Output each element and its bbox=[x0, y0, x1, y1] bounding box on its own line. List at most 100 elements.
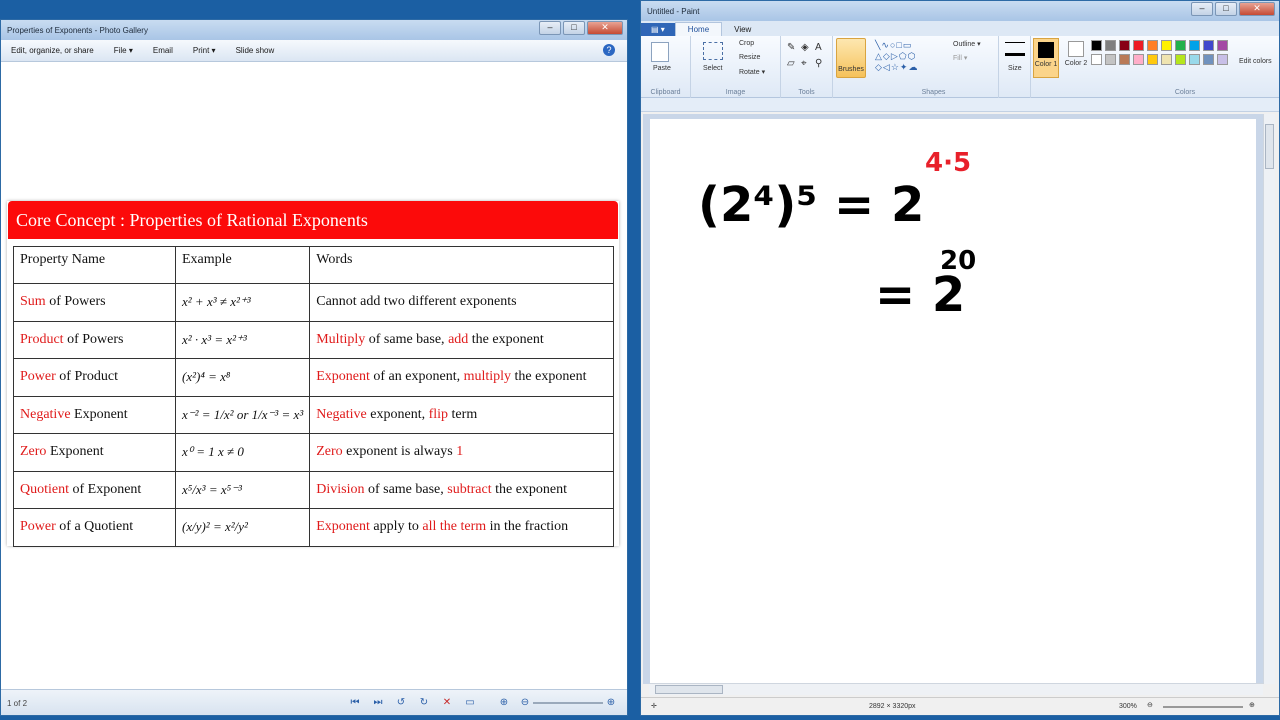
color-swatch[interactable] bbox=[1175, 54, 1186, 65]
email-button[interactable]: Email bbox=[153, 46, 173, 55]
color-picker-icon[interactable]: ⌖ bbox=[801, 58, 807, 69]
previous-icon[interactable]: ⏮ bbox=[349, 697, 361, 709]
paint-zoom-in-icon[interactable]: ⊕ bbox=[1249, 701, 1255, 709]
rotate-button[interactable]: Rotate ▾ bbox=[739, 68, 765, 76]
pencil-icon[interactable]: ✎ bbox=[787, 42, 795, 53]
color-swatch[interactable] bbox=[1161, 54, 1172, 65]
zoom-in-icon[interactable]: ⊕ bbox=[605, 697, 617, 709]
color-swatch[interactable] bbox=[1217, 40, 1228, 51]
text-icon[interactable]: A bbox=[815, 42, 822, 53]
page-info: 1 of 2 bbox=[7, 699, 28, 708]
print-menu[interactable]: Print ▾ bbox=[193, 46, 216, 55]
color-swatch[interactable] bbox=[1161, 40, 1172, 51]
property-keyword: Quotient bbox=[20, 481, 69, 497]
table-row: Product of Powers x² · x³ = x²⁺³ Multiply … bbox=[13, 320, 614, 359]
color-swatch[interactable] bbox=[1105, 40, 1116, 51]
words-fragment: of same base, bbox=[365, 331, 449, 347]
shapes-group: ╲∿○□▭ △◇▷⬠⬡ ◇◁☆✦☁ Outline ▾ Fill ▾ Shapes bbox=[869, 36, 999, 98]
words-cell: Cannot add two different exponents bbox=[309, 283, 614, 322]
horizontal-scroll-thumb[interactable] bbox=[655, 685, 723, 694]
help-icon[interactable]: ? bbox=[603, 44, 615, 56]
horizontal-scrollbar[interactable] bbox=[649, 683, 1263, 695]
magnifier-icon[interactable]: ⚲ bbox=[815, 58, 822, 69]
tab-view[interactable]: View bbox=[722, 23, 763, 36]
words-fragment: Exponent bbox=[316, 519, 370, 535]
color-swatch[interactable] bbox=[1147, 54, 1158, 65]
rotate-right-icon[interactable]: ↻ bbox=[418, 697, 430, 709]
zoom-out-icon[interactable]: ⊖ bbox=[519, 697, 531, 709]
property-keyword: Power bbox=[20, 369, 56, 385]
close-button[interactable]: ✕ bbox=[587, 21, 623, 35]
select-button[interactable]: Select bbox=[703, 65, 722, 72]
shapes-gallery[interactable]: ╲∿○□▭ △◇▷⬠⬡ ◇◁☆✦☁ bbox=[875, 40, 918, 73]
paint-zoom-slider[interactable] bbox=[1163, 706, 1243, 708]
vertical-scroll-thumb[interactable] bbox=[1265, 124, 1274, 169]
words-cell: Division of same base, subtract the expo… bbox=[309, 470, 614, 509]
edit-colors-button[interactable]: Edit colors bbox=[1239, 58, 1272, 65]
zoom-slider[interactable] bbox=[533, 702, 603, 704]
fit-icon[interactable]: ⊕ bbox=[498, 697, 510, 709]
paint-minimize-button[interactable]: – bbox=[1191, 2, 1213, 16]
color-swatch[interactable] bbox=[1147, 40, 1158, 51]
color-swatch[interactable] bbox=[1119, 54, 1130, 65]
ribbon: Paste Clipboard Select Crop Resize Rotat… bbox=[641, 36, 1279, 98]
resize-button[interactable]: Resize bbox=[739, 54, 760, 61]
color-swatch[interactable] bbox=[1203, 40, 1214, 51]
color-swatch[interactable] bbox=[1119, 40, 1130, 51]
fill-button[interactable]: Fill ▾ bbox=[953, 54, 967, 62]
example-cell: x⁰ = 1 x ≠ 0 bbox=[174, 433, 311, 472]
paint-titlebar: Untitled - Paint – □ ✕ bbox=[641, 1, 1279, 21]
next-icon[interactable]: ⏭ bbox=[372, 697, 384, 709]
rotate-left-icon[interactable]: ↺ bbox=[395, 697, 407, 709]
color-swatch[interactable] bbox=[1105, 54, 1116, 65]
color-swatch[interactable] bbox=[1189, 40, 1200, 51]
file-menu[interactable]: File ▾ bbox=[114, 46, 133, 55]
vertical-scrollbar[interactable] bbox=[1263, 114, 1275, 684]
color-swatch[interactable] bbox=[1203, 54, 1214, 65]
minimize-button[interactable]: – bbox=[539, 21, 561, 35]
paint-menu-button[interactable]: ▤ ▾ bbox=[641, 23, 675, 36]
size-button[interactable]: Size bbox=[1008, 65, 1022, 72]
property-name-cell: Sum of Powers bbox=[13, 283, 176, 322]
property-keyword: Product bbox=[20, 331, 64, 347]
color-swatch[interactable] bbox=[1133, 40, 1144, 51]
table-row: Quotient of Exponent x⁵/x³ = x⁵⁻³ Division… bbox=[13, 470, 614, 509]
paint-close-button[interactable]: ✕ bbox=[1239, 2, 1275, 16]
ribbon-tabs: ▤ ▾ Home View bbox=[641, 21, 1279, 36]
brushes-button[interactable]: Brushes bbox=[836, 38, 866, 78]
color2-button[interactable]: Color 2 bbox=[1063, 38, 1089, 78]
example-cell: (x²)⁴ = x⁸ bbox=[174, 358, 311, 397]
color-swatch[interactable] bbox=[1217, 54, 1228, 65]
drawing-canvas[interactable]: (2⁴)⁵ = 2 4·5 = 2 20 bbox=[650, 119, 1256, 684]
color-swatch[interactable] bbox=[1133, 54, 1144, 65]
color-swatch[interactable] bbox=[1189, 54, 1200, 65]
color-swatch[interactable] bbox=[1175, 40, 1186, 51]
tab-home[interactable]: Home bbox=[674, 22, 723, 36]
delete-icon[interactable]: ✕ bbox=[441, 697, 453, 709]
paint-zoom-out-icon[interactable]: ⊖ bbox=[1147, 701, 1153, 709]
paste-button[interactable]: Paste bbox=[653, 65, 671, 72]
maximize-button[interactable]: □ bbox=[563, 21, 585, 35]
outline-button[interactable]: Outline ▾ bbox=[953, 40, 981, 48]
slideshow-icon[interactable]: ▭ bbox=[464, 697, 476, 709]
color-swatch[interactable] bbox=[1091, 40, 1102, 51]
example-cell: x⁻² = 1/x² or 1/x⁻³ = x³ bbox=[174, 395, 311, 434]
header-words: Words bbox=[309, 246, 614, 284]
image-group: Select Crop Resize Rotate ▾ Image bbox=[691, 36, 781, 98]
words-fragment: subtract bbox=[447, 481, 492, 497]
eraser-icon[interactable]: ▱ bbox=[787, 58, 795, 69]
color-swatch[interactable] bbox=[1091, 54, 1102, 65]
slide-show-button[interactable]: Slide show bbox=[236, 46, 275, 55]
paint-maximize-button[interactable]: □ bbox=[1215, 2, 1237, 16]
edit-organize-share-button[interactable]: Edit, organize, or share bbox=[11, 46, 94, 55]
fill-icon[interactable]: ◈ bbox=[801, 42, 809, 53]
size-group: Size bbox=[999, 36, 1031, 98]
words-cell: Multiply of same base, add the exponent bbox=[309, 320, 614, 359]
quick-access-toolbar bbox=[641, 98, 1279, 112]
color2-label: Color 2 bbox=[1064, 60, 1088, 67]
crop-button[interactable]: Crop bbox=[739, 40, 754, 47]
color1-button[interactable]: Color 1 bbox=[1033, 38, 1059, 78]
table-row: Negative Exponent x⁻² = 1/x² or 1/x⁻³ = x… bbox=[13, 395, 614, 434]
color1-swatch bbox=[1038, 42, 1054, 58]
table-header-row: Property Name Example Words bbox=[13, 246, 614, 284]
